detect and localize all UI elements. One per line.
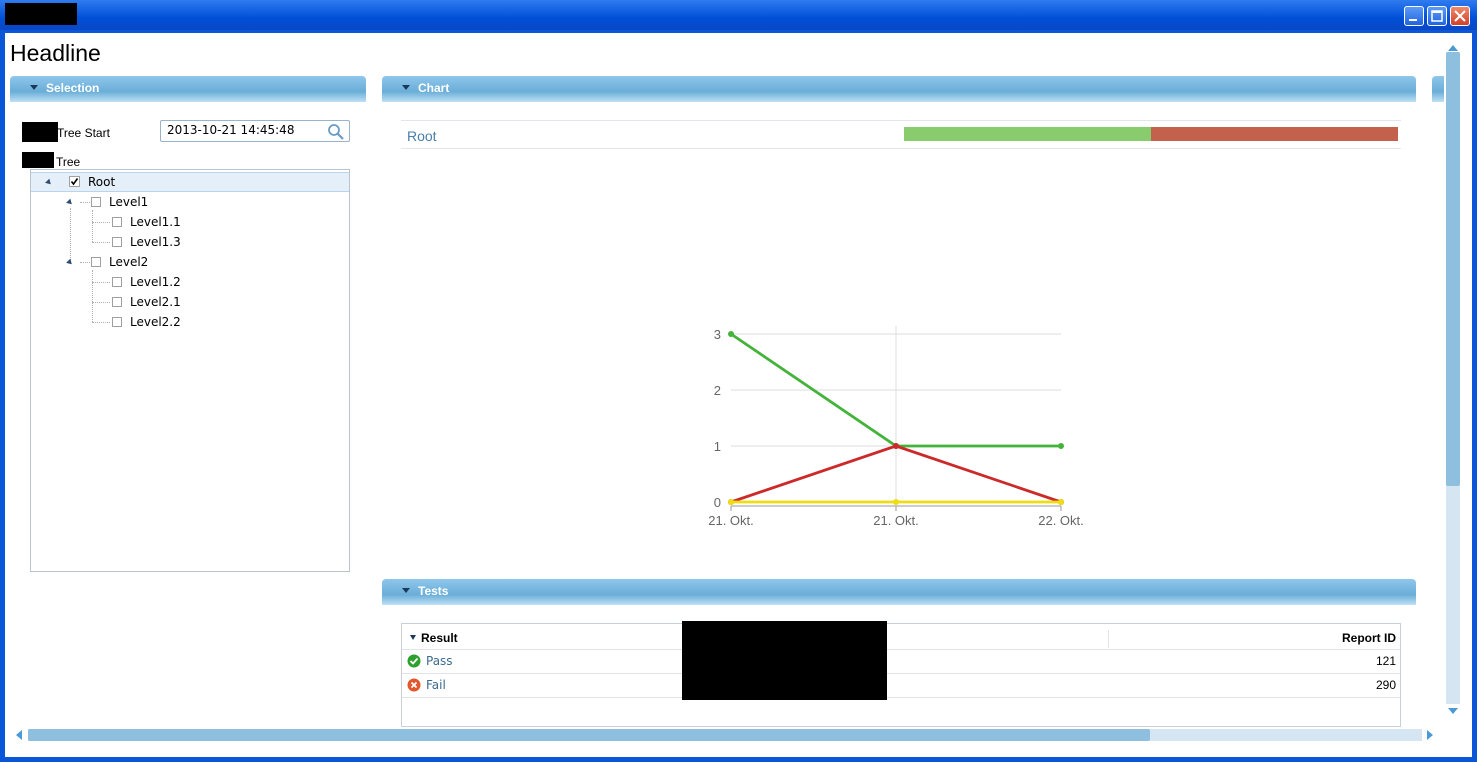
- close-icon: [1454, 10, 1466, 22]
- checkbox[interactable]: [112, 277, 122, 287]
- tree-start-label: Tree Start: [57, 126, 110, 140]
- result-fail: Fail: [426, 678, 446, 692]
- summary-root-label: Root: [407, 128, 437, 144]
- y-tick-label: 1: [714, 439, 721, 454]
- x-tick-label: 21. Okt.: [873, 513, 919, 528]
- checkbox[interactable]: [112, 237, 122, 247]
- tree-item-root[interactable]: Root: [88, 175, 115, 189]
- tree-connector: [70, 208, 71, 264]
- page-title: Headline: [10, 40, 101, 66]
- tree-label: Tree: [56, 155, 81, 169]
- tree-connector: [80, 202, 90, 203]
- minimize-icon: [1409, 19, 1417, 21]
- tree-view[interactable]: [30, 169, 350, 572]
- report-id-cell: 121: [1375, 654, 1396, 668]
- title-bar[interactable]: [0, 0, 1477, 30]
- tree-item-level2-1[interactable]: Level2.1: [130, 295, 181, 309]
- maximize-icon: [1431, 10, 1443, 22]
- tree-item-level1-3[interactable]: Level1.3: [130, 235, 181, 249]
- search-icon[interactable]: [327, 123, 345, 140]
- checkbox[interactable]: [112, 317, 122, 327]
- fail-summary-bar: [1151, 127, 1398, 141]
- divider: [401, 120, 1401, 121]
- redacted-column: [682, 621, 887, 700]
- row-divider: [402, 697, 1400, 698]
- data-point: [893, 443, 899, 449]
- selection-header-label: Selection: [46, 81, 100, 95]
- tree-connector: [92, 322, 110, 323]
- pass-summary-bar: [904, 127, 1151, 141]
- checkbox[interactable]: [112, 217, 122, 227]
- close-button[interactable]: [1450, 6, 1470, 26]
- tree-item-level1-1[interactable]: Level1.1: [130, 215, 181, 229]
- redacted-label: [22, 122, 58, 142]
- horizontal-scrollbar-thumb[interactable]: [28, 729, 1150, 741]
- tree-connector: [80, 262, 90, 263]
- tree-item-level1[interactable]: Level1: [109, 195, 148, 209]
- table-row[interactable]: [402, 674, 1400, 697]
- scroll-left-arrow-icon[interactable]: [13, 728, 23, 742]
- tree-connector: [92, 302, 110, 303]
- data-point: [728, 331, 734, 337]
- tests-panel-header[interactable]: Tests: [382, 579, 1416, 605]
- column-separator[interactable]: [1108, 630, 1109, 648]
- tree-item-level1-2[interactable]: Level1.2: [130, 275, 181, 289]
- tests-header-label: Tests: [418, 584, 449, 598]
- chart-header-label: Chart: [418, 81, 450, 95]
- chart-panel-header[interactable]: Chart: [382, 76, 1416, 102]
- tree-item-level2[interactable]: Level2: [109, 255, 148, 269]
- minimize-button[interactable]: [1404, 6, 1424, 26]
- fail-x-icon: [407, 678, 421, 692]
- scroll-right-arrow-icon[interactable]: [1426, 728, 1436, 742]
- tree-start-date-field[interactable]: [160, 120, 350, 142]
- collapse-icon: [30, 85, 38, 90]
- scroll-down-arrow-icon[interactable]: [1446, 707, 1460, 717]
- tree-connector: [92, 222, 110, 223]
- tree-connector: [92, 210, 93, 242]
- table-row[interactable]: [402, 650, 1400, 673]
- column-header-result[interactable]: Result: [421, 631, 458, 645]
- divider: [401, 148, 1401, 149]
- data-point: [893, 499, 899, 505]
- tree-start-date-input[interactable]: [167, 123, 317, 137]
- window-title-redacted: [5, 3, 77, 25]
- side-panel-header[interactable]: [1432, 76, 1444, 102]
- y-tick-label: 3: [714, 327, 721, 342]
- y-tick-label: 0: [714, 495, 721, 510]
- tree-connector: [92, 242, 110, 243]
- checkbox-checked[interactable]: [69, 176, 81, 188]
- report-id-cell: 290: [1375, 678, 1396, 692]
- data-point: [1058, 499, 1064, 505]
- sort-arrow-icon[interactable]: [410, 635, 416, 640]
- maximize-button[interactable]: [1427, 6, 1447, 26]
- tree-connector: [92, 282, 110, 283]
- scroll-up-arrow-icon[interactable]: [1446, 42, 1460, 52]
- tree-item-level2-2[interactable]: Level2.2: [130, 315, 181, 329]
- redacted-label: [22, 152, 54, 168]
- y-tick-label: 2: [714, 383, 721, 398]
- checkbox[interactable]: [91, 257, 101, 267]
- collapse-icon: [402, 588, 410, 593]
- pass-check-icon: [407, 654, 421, 668]
- x-tick-label: 22. Okt.: [1038, 513, 1084, 528]
- x-tick-label: 21. Okt.: [708, 513, 754, 528]
- result-pass: Pass: [426, 654, 453, 668]
- line-chart: 0 1 2 3 21. Okt. 21. Okt. 22. Okt.: [708, 326, 1084, 528]
- data-point: [728, 499, 734, 505]
- selection-panel-header[interactable]: Selection: [10, 76, 366, 102]
- vertical-scrollbar-thumb[interactable]: [1446, 52, 1460, 486]
- collapse-icon: [402, 85, 410, 90]
- data-point: [1058, 443, 1064, 449]
- checkbox[interactable]: [91, 197, 101, 207]
- column-header-report-id[interactable]: Report ID: [1300, 631, 1396, 645]
- checkbox[interactable]: [112, 297, 122, 307]
- tree-connector: [92, 270, 93, 322]
